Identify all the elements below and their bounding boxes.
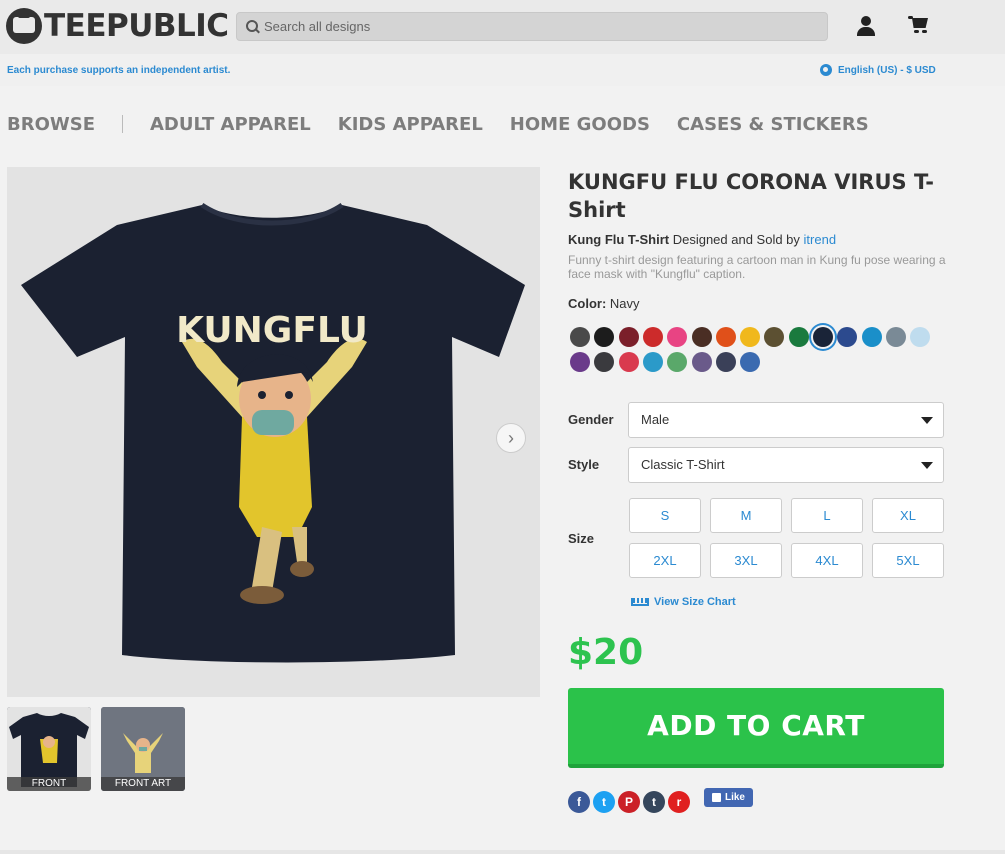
support-message: Each purchase supports an independent ar… <box>7 65 231 76</box>
color-swatch[interactable] <box>570 352 590 372</box>
size-chart-link[interactable]: View Size Chart <box>631 596 736 608</box>
twitter-icon[interactable]: t <box>593 791 615 813</box>
color-swatch[interactable] <box>618 327 639 347</box>
color-swatch[interactable] <box>740 352 761 372</box>
tshirt-logo-icon <box>6 8 42 44</box>
search-bar[interactable] <box>236 12 828 41</box>
color-swatch[interactable] <box>691 352 712 372</box>
product-description: Funny t-shirt design featuring a cartoon… <box>568 253 946 281</box>
color-swatch[interactable] <box>594 352 615 372</box>
nav-item-cases-stickers[interactable]: CASES & STICKERS <box>677 114 869 135</box>
info-bar: Each purchase supports an independent ar… <box>0 54 1005 86</box>
facebook-icon[interactable]: f <box>568 791 590 813</box>
product-byline: Kung Flu T-Shirt Designed and Sold by it… <box>568 232 836 247</box>
artist-link[interactable]: itrend <box>804 232 837 247</box>
color-swatch[interactable] <box>642 352 663 372</box>
nav-item-browse[interactable]: BROWSE <box>7 114 95 135</box>
next-image-button[interactable]: › <box>496 423 526 453</box>
size-option-l[interactable]: L <box>791 498 863 533</box>
thumbnail-label: FRONT ART <box>101 777 185 791</box>
site-header: TEEPUBLIC <box>0 0 1005 54</box>
color-swatch[interactable] <box>764 327 785 347</box>
designed-by-text: Designed and Sold by <box>669 232 804 247</box>
nav-item-kids-apparel[interactable]: KIDS APPAREL <box>338 114 483 135</box>
color-swatch[interactable] <box>885 327 906 347</box>
color-swatch[interactable] <box>570 327 590 347</box>
gender-select[interactable]: Male <box>628 402 944 438</box>
nav-divider <box>122 115 123 133</box>
color-swatch[interactable] <box>837 327 858 347</box>
chevron-right-icon: › <box>508 427 514 448</box>
tumblr-icon[interactable]: t <box>643 791 665 813</box>
style-select[interactable]: Classic T-Shirt <box>628 447 944 483</box>
color-swatch[interactable] <box>813 327 833 347</box>
language-selector[interactable]: English (US) - $ USD <box>820 64 936 76</box>
color-swatch[interactable] <box>667 352 688 372</box>
ruler-icon <box>631 598 649 606</box>
color-swatch[interactable] <box>618 352 639 372</box>
tshirt-illustration: KUNGFLU <box>21 202 525 663</box>
thumbnail-front[interactable]: FRONT <box>7 707 91 791</box>
nav-item-home-goods[interactable]: HOME GOODS <box>510 114 650 135</box>
thumbnail-front-art[interactable]: FRONT ART <box>101 707 185 791</box>
search-input[interactable] <box>264 19 804 34</box>
product-title: KUNGFU FLU CORONA VIRUS T-Shirt <box>568 170 934 222</box>
teepublic-logo[interactable]: TEEPUBLIC <box>6 8 229 44</box>
thumbs-up-icon <box>711 793 721 802</box>
style-label: Style <box>568 457 600 472</box>
gender-label: Gender <box>568 412 614 427</box>
kungflu-caption: KUNGFLU <box>176 310 368 351</box>
language-label: English (US) - $ USD <box>838 64 936 76</box>
size-option-m[interactable]: M <box>710 498 782 533</box>
color-swatch[interactable] <box>861 327 882 347</box>
selected-color: Navy <box>609 296 640 311</box>
color-swatch[interactable] <box>691 327 712 347</box>
size-option-3xl[interactable]: 3XL <box>710 543 782 578</box>
color-swatch[interactable] <box>788 327 809 347</box>
thumbnail-label: FRONT <box>7 777 91 791</box>
shopping-cart-icon[interactable] <box>908 16 930 36</box>
color-swatch[interactable] <box>594 327 615 347</box>
nav-item-adult-apparel[interactable]: ADULT APPAREL <box>150 114 311 135</box>
user-account-icon[interactable] <box>856 16 876 36</box>
product-price: $20 <box>568 632 644 673</box>
color-swatch[interactable] <box>910 327 931 347</box>
reddit-icon[interactable]: r <box>668 791 690 813</box>
design-name: Kung Flu T-Shirt <box>568 232 670 247</box>
size-option-2xl[interactable]: 2XL <box>629 543 701 578</box>
color-swatch[interactable] <box>715 352 736 372</box>
color-swatch[interactable] <box>642 327 663 347</box>
size-option-xl[interactable]: XL <box>872 498 944 533</box>
color-swatch[interactable] <box>715 327 736 347</box>
pinterest-icon[interactable]: P <box>618 791 640 813</box>
size-option-5xl[interactable]: 5XL <box>872 543 944 578</box>
main-nav: BROWSE ADULT APPAREL KIDS APPAREL HOME G… <box>7 112 869 136</box>
color-swatch[interactable] <box>740 327 761 347</box>
size-option-s[interactable]: S <box>629 498 701 533</box>
footer-divider <box>0 850 1005 854</box>
facebook-like-button[interactable]: Like <box>704 788 753 807</box>
logo-text: TEEPUBLIC <box>44 8 229 44</box>
search-icon <box>246 19 260 34</box>
size-option-4xl[interactable]: 4XL <box>791 543 863 578</box>
size-label: Size <box>568 531 595 546</box>
color-label: Color: Navy <box>568 296 640 311</box>
color-swatch[interactable] <box>667 327 688 347</box>
product-image[interactable]: KUNGFLU <box>7 167 540 697</box>
add-to-cart-button[interactable]: ADD TO CART <box>568 688 944 768</box>
globe-icon <box>820 64 832 76</box>
